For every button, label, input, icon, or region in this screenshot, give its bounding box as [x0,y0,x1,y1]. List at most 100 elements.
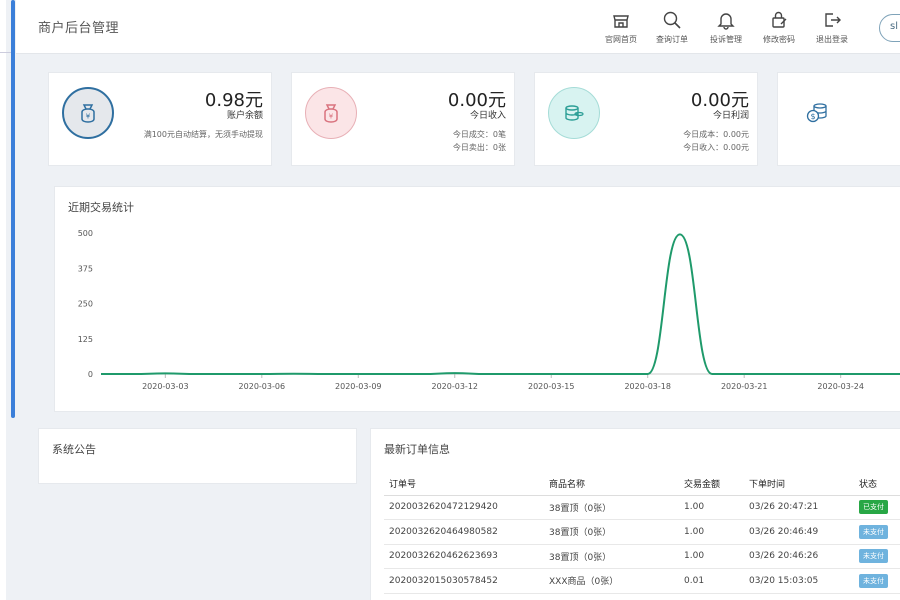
nav-complaints[interactable]: 投诉管理 [698,10,754,45]
status-badge: 未支付 [859,549,888,564]
nav-search-orders[interactable]: 查询订单 [644,10,700,45]
svg-text:¥: ¥ [329,113,334,121]
nav-complaints-label: 投诉管理 [710,35,742,44]
logout-icon [825,13,841,27]
note-line: 今日收入：0.00元 [683,143,749,152]
profit-circle [548,87,600,139]
profit-label: 今日利润 [712,111,749,121]
table-header-row: 订单号 商品名称 交易金额 下单时间 状态 [384,473,900,496]
status-badge: 已支付 [859,500,888,515]
x-tick-label: 2020-03-06 [239,382,285,391]
coins-dollar-icon: $ [806,103,827,123]
store-icon [613,15,629,28]
series-line [100,233,900,375]
top-bar: 商户后台管理 官网首页 查询订单 投诉管理 修改密码 退出登录 sl [16,0,900,54]
nav-logout[interactable]: 退出登录 [804,10,860,45]
edit-lock-icon [772,11,787,28]
time-cell: 03/20 15:03:05 [744,568,854,594]
col-time: 下单时间 [744,473,854,496]
note-line: 今日成本：0.00元 [683,130,749,139]
orders-card: 最新订单信息 订单号 商品名称 交易金额 下单时间 状态 20200326204… [370,428,900,600]
stat-card-profit: 0.00元 今日利润 今日成本：0.00元 今日收入：0.00元 [534,72,758,166]
product-cell: 38置顶（0张） [544,519,679,545]
table-row[interactable]: 2020032620472129420 38置顶（0张） 1.00 03/26 20:… [384,495,900,520]
y-tick-label: 500 [78,229,93,238]
orders-title: 最新订单信息 [384,443,450,456]
x-tick-label: 2020-03-15 [528,382,575,391]
order-id-cell: 2020032620464980582 [384,519,544,545]
product-cell: 38置顶（0张） [544,495,679,520]
x-tick-label: 2020-03-09 [335,382,382,391]
profit-notes: 今日成本：0.00元 今日收入：0.00元 [683,128,749,154]
notice-card: 系统公告 [38,428,357,484]
money-bag-icon: ¥ [81,104,95,123]
status-cell: 未支付 [854,568,900,594]
table-row[interactable]: 2020032015030578452 XXX商品（0张） 0.01 03/20 15… [384,568,900,594]
svg-text:$: $ [810,112,815,121]
y-tick-label: 125 [78,335,93,344]
order-id-cell: 2020032015030578452 [384,568,544,594]
time-cell: 03/26 20:47:21 [744,495,854,520]
left-rail [0,0,15,600]
search-icon [663,11,681,29]
user-button[interactable]: sl [879,14,900,42]
nav-logout-label: 退出登录 [816,35,848,44]
money-bag-icon: ¥ [324,104,338,123]
order-id-cell: 2020032620472129420 [384,495,544,520]
scroll-indicator[interactable] [11,0,15,418]
col-product: 商品名称 [544,473,679,496]
y-tick-label: 250 [78,300,93,309]
table-row[interactable]: 2020032620464980582 38置顶（0张） 1.00 03/26 20:… [384,519,900,545]
col-order-id: 订单号 [384,473,544,496]
time-cell: 03/26 20:46:49 [744,519,854,545]
nav-change-password[interactable]: 修改密码 [751,10,807,45]
amount-cell: 1.00 [679,519,744,545]
note-line: 满100元自动结算，无须手动提现 [143,130,263,139]
amount-cell: 0.01 [679,568,744,594]
product-cell: XXX商品（0张） [544,568,679,594]
note-line: 今日卖出：0张 [452,143,506,152]
status-badge: 未支付 [859,573,888,588]
amount-cell: 1.00 [679,495,744,520]
col-amount: 交易金额 [679,473,744,496]
notice-title: 系统公告 [52,443,96,456]
chart-card: 近期交易统计 0 125 250 375 500 2020-03-03 2020-03-06… [54,186,900,412]
col-status: 状态 [854,473,900,496]
amount-cell: 1.00 [679,544,744,569]
coins-dollar-icon-wrap: $ [805,100,831,130]
y-tick-label: 0 [88,370,93,379]
nav-change-password-label: 修改密码 [763,35,795,44]
x-tick-label: 2020-03-21 [721,382,768,391]
nav-home[interactable]: 官网首页 [593,10,649,45]
status-cell: 已支付 [854,495,900,520]
left-rail-strip [0,0,6,600]
x-tick-label: 2020-03-24 [817,382,864,391]
balance-label: 账户余额 [226,111,263,121]
app-title: 商户后台管理 [38,21,120,36]
x-tick-label: 2020-03-18 [624,382,671,391]
stat-card-income: ¥ 0.00元 今日收入 今日成交：0笔 今日卖出：0张 [291,72,515,166]
balance-note: 满100元自动结算，无须手动提现 [144,128,263,141]
product-cell: 38置顶（0张） [544,544,679,569]
svg-text:¥: ¥ [86,113,91,121]
coins-icon [565,105,584,121]
orders-table: 订单号 商品名称 交易金额 下单时间 状态 202003262047212942… [384,473,900,594]
order-id-cell: 2020032620462623693 [384,544,544,569]
nav-home-label: 官网首页 [605,35,637,44]
x-tick-label: 2020-03-12 [432,382,479,391]
table-row[interactable]: 2020032620462623693 38置顶（0张） 1.00 03/26 20:… [384,544,900,569]
y-tick-label: 375 [78,264,93,273]
time-cell: 03/26 20:46:26 [744,544,854,569]
status-badge: 未支付 [859,524,888,539]
stat-card-4: $ [777,72,900,166]
income-notes: 今日成交：0笔 今日卖出：0张 [453,128,506,154]
status-cell: 未支付 [854,519,900,545]
note-line: 今日成交：0笔 [452,130,506,139]
income-label: 今日收入 [469,111,506,121]
line-chart: 0 125 250 375 500 2020-03-03 2020-03-06 2020-03… [78,229,900,391]
balance-circle: ¥ [62,87,114,139]
status-cell: 未支付 [854,544,900,569]
x-tick-label: 2020-03-03 [142,382,189,391]
bell-icon [717,13,735,30]
income-circle: ¥ [305,87,357,139]
